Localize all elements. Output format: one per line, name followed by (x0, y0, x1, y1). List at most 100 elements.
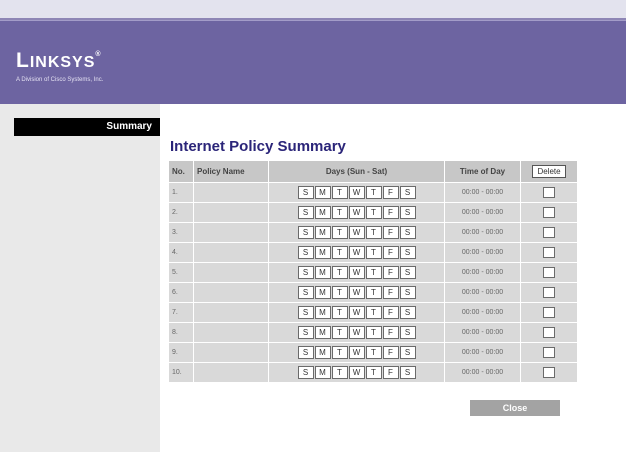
day-box: S (297, 206, 314, 219)
day-box: F (382, 306, 399, 319)
day-box: S (297, 266, 314, 279)
delete-cell (521, 343, 577, 362)
day-box: W (348, 366, 365, 379)
day-box: S (399, 246, 416, 259)
time-of-day-cell: 00:00 - 00:00 (445, 323, 520, 342)
day-boxes: SMTWTFS (297, 366, 416, 379)
policy-table: No. Policy Name Days (Sun - Sat) Time of… (168, 160, 578, 383)
column-header-days: Days (Sun - Sat) (269, 161, 444, 182)
page-title: Internet Policy Summary (170, 138, 346, 155)
day-box: F (382, 226, 399, 239)
time-of-day-cell: 00:00 - 00:00 (445, 363, 520, 382)
day-box: M (314, 366, 331, 379)
day-boxes: SMTWTFS (297, 226, 416, 239)
day-box: S (297, 366, 314, 379)
day-boxes: SMTWTFS (297, 186, 416, 199)
day-box: F (382, 266, 399, 279)
top-strip (0, 0, 626, 18)
day-box: T (365, 246, 382, 259)
table-row: 5. S M T W T F S 00:00 - 00:00 (169, 263, 577, 282)
delete-checkbox[interactable] (543, 367, 555, 378)
day-box: S (399, 206, 416, 219)
day-box: W (348, 266, 365, 279)
day-box: T (331, 366, 348, 379)
delete-checkbox[interactable] (543, 227, 555, 238)
delete-checkbox[interactable] (543, 207, 555, 218)
days-cell: SMTWTFS (269, 243, 444, 262)
sidebar: Summary (0, 104, 160, 452)
column-header-no: No. (169, 161, 193, 182)
day-box: S (399, 226, 416, 239)
row-number: 3. (169, 223, 193, 242)
day-box: W (348, 286, 365, 299)
day-box: F (382, 286, 399, 299)
time-of-day-cell: 00:00 - 00:00 (445, 283, 520, 302)
table-row: 2. S M T W T F S 00:00 - 00:00 (169, 203, 577, 222)
close-button[interactable]: Close (470, 400, 560, 416)
policy-name-cell (194, 363, 268, 382)
row-number: 6. (169, 283, 193, 302)
day-box: S (399, 366, 416, 379)
days-cell: SMTWTFS (269, 283, 444, 302)
day-box: T (365, 346, 382, 359)
day-boxes: SMTWTFS (297, 326, 416, 339)
day-box: T (331, 206, 348, 219)
delete-checkbox[interactable] (543, 307, 555, 318)
column-header-time: Time of Day (445, 161, 520, 182)
time-of-day-cell: 00:00 - 00:00 (445, 183, 520, 202)
delete-cell (521, 303, 577, 322)
row-number: 4. (169, 243, 193, 262)
day-box: T (365, 286, 382, 299)
delete-cell (521, 363, 577, 382)
day-box: T (365, 266, 382, 279)
delete-cell (521, 323, 577, 342)
table-row: 3. S M T W T F S 00:00 - 00:00 (169, 223, 577, 242)
day-box: F (382, 346, 399, 359)
days-cell: SMTWTFS (269, 263, 444, 282)
time-of-day-cell: 00:00 - 00:00 (445, 343, 520, 362)
delete-cell (521, 223, 577, 242)
day-box: T (365, 306, 382, 319)
day-boxes: SMTWTFS (297, 266, 416, 279)
linksys-logo: LINKSYS® (16, 49, 102, 72)
time-of-day-cell: 00:00 - 00:00 (445, 223, 520, 242)
table-row: 9. S M T W T F S 00:00 - 00:00 (169, 343, 577, 362)
days-cell: SMTWTFS (269, 363, 444, 382)
delete-checkbox[interactable] (543, 347, 555, 358)
delete-checkbox[interactable] (543, 327, 555, 338)
day-box: T (365, 326, 382, 339)
day-box: M (314, 346, 331, 359)
delete-cell (521, 183, 577, 202)
delete-button[interactable]: Delete (532, 165, 566, 178)
table-row: 8. S M T W T F S 00:00 - 00:00 (169, 323, 577, 342)
day-boxes: SMTWTFS (297, 246, 416, 259)
day-box: F (382, 206, 399, 219)
day-box: F (382, 186, 399, 199)
day-box: T (331, 246, 348, 259)
day-box: S (297, 346, 314, 359)
policy-name-cell (194, 283, 268, 302)
day-box: S (297, 226, 314, 239)
delete-checkbox[interactable] (543, 287, 555, 298)
delete-cell (521, 203, 577, 222)
day-box: T (331, 346, 348, 359)
delete-checkbox[interactable] (543, 187, 555, 198)
day-box: F (382, 366, 399, 379)
sidebar-item-summary[interactable]: Summary (14, 118, 160, 136)
day-boxes: SMTWTFS (297, 286, 416, 299)
row-number: 5. (169, 263, 193, 282)
table-row: 1. S M T W T F S 00:00 - 00:00 (169, 183, 577, 202)
delete-checkbox[interactable] (543, 267, 555, 278)
day-box: W (348, 186, 365, 199)
day-box: T (365, 366, 382, 379)
days-cell: SMTWTFS (269, 203, 444, 222)
row-number: 7. (169, 303, 193, 322)
delete-cell (521, 283, 577, 302)
day-box: S (399, 266, 416, 279)
day-box: M (314, 186, 331, 199)
day-box: T (331, 326, 348, 339)
row-number: 1. (169, 183, 193, 202)
delete-checkbox[interactable] (543, 247, 555, 258)
day-boxes: SMTWTFS (297, 346, 416, 359)
day-box: W (348, 326, 365, 339)
